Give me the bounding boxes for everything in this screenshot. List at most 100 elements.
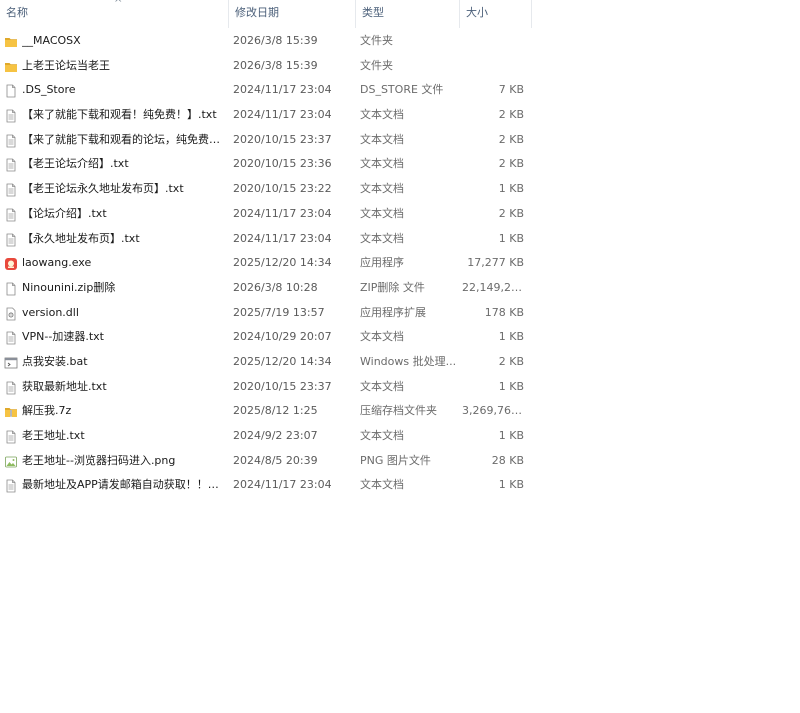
file-type: 文本文档 <box>360 206 404 220</box>
file-modified-date: 2024/11/17 23:04 <box>233 478 332 492</box>
file-size: 17,277 KB <box>467 256 524 270</box>
app-icon <box>4 256 18 271</box>
file-size: 2 KB <box>498 206 524 220</box>
file-row[interactable]: 【老王论坛永久地址发布页】.txt 2020/10/15 23:22 文本文档 1 K… <box>0 177 532 202</box>
file-icon <box>4 83 18 98</box>
file-row[interactable]: 老王地址--浏览器扫码进入.png 2024/8/5 20:39 PNG 图片文件 2… <box>0 449 532 474</box>
file-modified-date: 2025/12/20 14:34 <box>233 354 332 368</box>
file-size: 28 KB <box>491 453 524 467</box>
file-modified-date: 2025/12/20 14:34 <box>233 256 332 270</box>
file-size: 1 KB <box>498 379 524 393</box>
file-row[interactable]: VPN--加速器.txt 2024/10/29 20:07 文本文档 1 KB <box>0 325 532 350</box>
file-type: 文本文档 <box>360 478 404 492</box>
file-modified-date: 2024/8/5 20:39 <box>233 453 318 467</box>
file-name: VPN--加速器.txt <box>22 330 104 344</box>
column-header-type-label: 类型 <box>362 6 384 19</box>
file-name: laowang.exe <box>22 256 92 270</box>
file-type: 文件夹 <box>360 58 393 72</box>
file-modified-date: 2024/11/17 23:04 <box>233 83 332 97</box>
file-name: 【论坛介绍】.txt <box>22 206 107 220</box>
file-name: 老王地址--浏览器扫码进入.png <box>22 453 176 467</box>
column-header-size[interactable]: 大小 <box>460 0 532 28</box>
file-modified-date: 2020/10/15 23:37 <box>233 132 332 146</box>
file-size: 1 KB <box>498 231 524 245</box>
file-name: __MACOSX <box>22 34 81 47</box>
file-size: 2 KB <box>498 108 524 122</box>
file-size: 1 KB <box>498 182 524 196</box>
dll-icon <box>4 306 18 320</box>
file-modified-date: 2026/3/8 10:28 <box>233 280 318 294</box>
file-type: 文本文档 <box>360 132 404 146</box>
file-type: 文本文档 <box>360 330 404 344</box>
file-row[interactable]: 【来了就能下载和观看的论坛，纯免费！... 2020/10/15 23:37 文本文… <box>0 128 532 153</box>
file-type: PNG 图片文件 <box>360 453 431 467</box>
file-size: 1 KB <box>498 478 524 492</box>
file-type: 压缩存档文件夹 <box>360 404 437 418</box>
file-name: 解压我.7z <box>22 404 72 418</box>
file-row[interactable]: .DS_Store 2024/11/17 23:04 DS_STORE 文件 7 KB <box>0 78 532 103</box>
column-header-bar: 名称 ^ 修改日期 类型 大小 <box>0 0 532 28</box>
file-row[interactable]: 【老王论坛介绍】.txt 2020/10/15 23:36 文本文档 2 KB <box>0 152 532 177</box>
file-type: 文本文档 <box>360 108 404 122</box>
file-row[interactable]: __MACOSX 2026/3/8 15:39 文件夹 <box>0 29 532 54</box>
file-type: Windows 批处理... <box>360 354 457 368</box>
text-file-icon <box>4 157 18 172</box>
archive-icon <box>4 404 18 418</box>
file-name: 【来了就能下载和观看的论坛，纯免费！... <box>22 132 226 146</box>
file-name: 点我安装.bat <box>22 354 88 368</box>
file-modified-date: 2024/11/17 23:04 <box>233 206 332 220</box>
file-modified-date: 2020/10/15 23:36 <box>233 157 332 171</box>
folder-icon <box>4 59 18 73</box>
file-row[interactable]: 点我安装.bat 2025/12/20 14:34 Windows 批处理... 2 … <box>0 350 532 375</box>
file-modified-date: 2024/11/17 23:04 <box>233 231 332 245</box>
text-file-icon <box>4 108 18 123</box>
file-modified-date: 2024/10/29 20:07 <box>233 330 332 344</box>
file-size: 7 KB <box>498 83 524 97</box>
file-type: 应用程序扩展 <box>360 305 426 319</box>
file-size: 3,269,762... <box>462 404 524 418</box>
file-row[interactable]: 【永久地址发布页】.txt 2024/11/17 23:04 文本文档 1 KB <box>0 227 532 252</box>
file-row[interactable]: 获取最新地址.txt 2020/10/15 23:37 文本文档 1 KB <box>0 375 532 400</box>
file-name: 获取最新地址.txt <box>22 379 107 393</box>
file-modified-date: 2020/10/15 23:22 <box>233 182 332 196</box>
file-modified-date: 2024/11/17 23:04 <box>233 108 332 122</box>
file-row[interactable]: 【来了就能下载和观看！纯免费！】.txt 2024/11/17 23:04 文本文档… <box>0 103 532 128</box>
file-row[interactable]: Ninounini.zip删除 2026/3/8 10:28 ZIP删除 文件 22,… <box>0 276 532 301</box>
file-icon <box>4 281 18 296</box>
file-name: 【来了就能下载和观看！纯免费！】.txt <box>22 108 217 122</box>
file-size: 1 KB <box>498 330 524 344</box>
file-row[interactable]: laowang.exe 2025/12/20 14:34 应用程序 17,277 KB <box>0 251 532 276</box>
file-name: 老王地址.txt <box>22 429 85 442</box>
file-explorer: 名称 ^ 修改日期 类型 大小 __MACOSX 2026/3/8 15:39 文件… <box>0 0 800 713</box>
column-header-date[interactable]: 修改日期 <box>229 0 356 28</box>
column-header-date-label: 修改日期 <box>235 6 279 19</box>
column-header-name[interactable]: 名称 ^ <box>0 0 229 28</box>
file-type: 文本文档 <box>360 157 404 171</box>
file-row[interactable]: 【论坛介绍】.txt 2024/11/17 23:04 文本文档 2 KB <box>0 202 532 227</box>
file-size: 178 KB <box>484 305 524 319</box>
column-header-size-label: 大小 <box>466 6 488 19</box>
image-file-icon <box>4 454 18 468</box>
file-type: 文本文档 <box>360 231 404 245</box>
file-size: 22,149,26... <box>462 280 524 294</box>
file-name: 【老王论坛介绍】.txt <box>22 157 129 171</box>
file-modified-date: 2026/3/8 15:39 <box>233 34 318 47</box>
file-size: 2 KB <box>498 132 524 146</box>
file-name: 最新地址及APP请发邮箱自动获取！！！... <box>22 478 226 492</box>
file-row[interactable]: 最新地址及APP请发邮箱自动获取！！！... 2024/11/17 23:04 文本… <box>0 473 532 498</box>
file-modified-date: 2024/9/2 23:07 <box>233 429 318 442</box>
file-row[interactable]: 解压我.7z 2025/8/12 1:25 压缩存档文件夹 3,269,762... <box>0 399 532 424</box>
file-name: 【老王论坛永久地址发布页】.txt <box>22 182 184 196</box>
file-name: .DS_Store <box>22 83 76 97</box>
file-row[interactable]: 上老王论坛当老王 2026/3/8 15:39 文件夹 <box>0 54 532 79</box>
file-name: 【永久地址发布页】.txt <box>22 231 140 245</box>
file-type: 文本文档 <box>360 379 404 393</box>
file-row[interactable]: 老王地址.txt 2024/9/2 23:07 文本文档 1 KB <box>0 424 532 449</box>
text-file-icon <box>4 207 18 222</box>
folder-icon <box>4 34 18 48</box>
text-file-icon <box>4 330 18 345</box>
text-file-icon <box>4 133 18 148</box>
file-type: 文本文档 <box>360 429 404 442</box>
column-header-type[interactable]: 类型 <box>356 0 460 28</box>
file-row[interactable]: version.dll 2025/7/19 13:57 应用程序扩展 178 KB <box>0 301 532 326</box>
